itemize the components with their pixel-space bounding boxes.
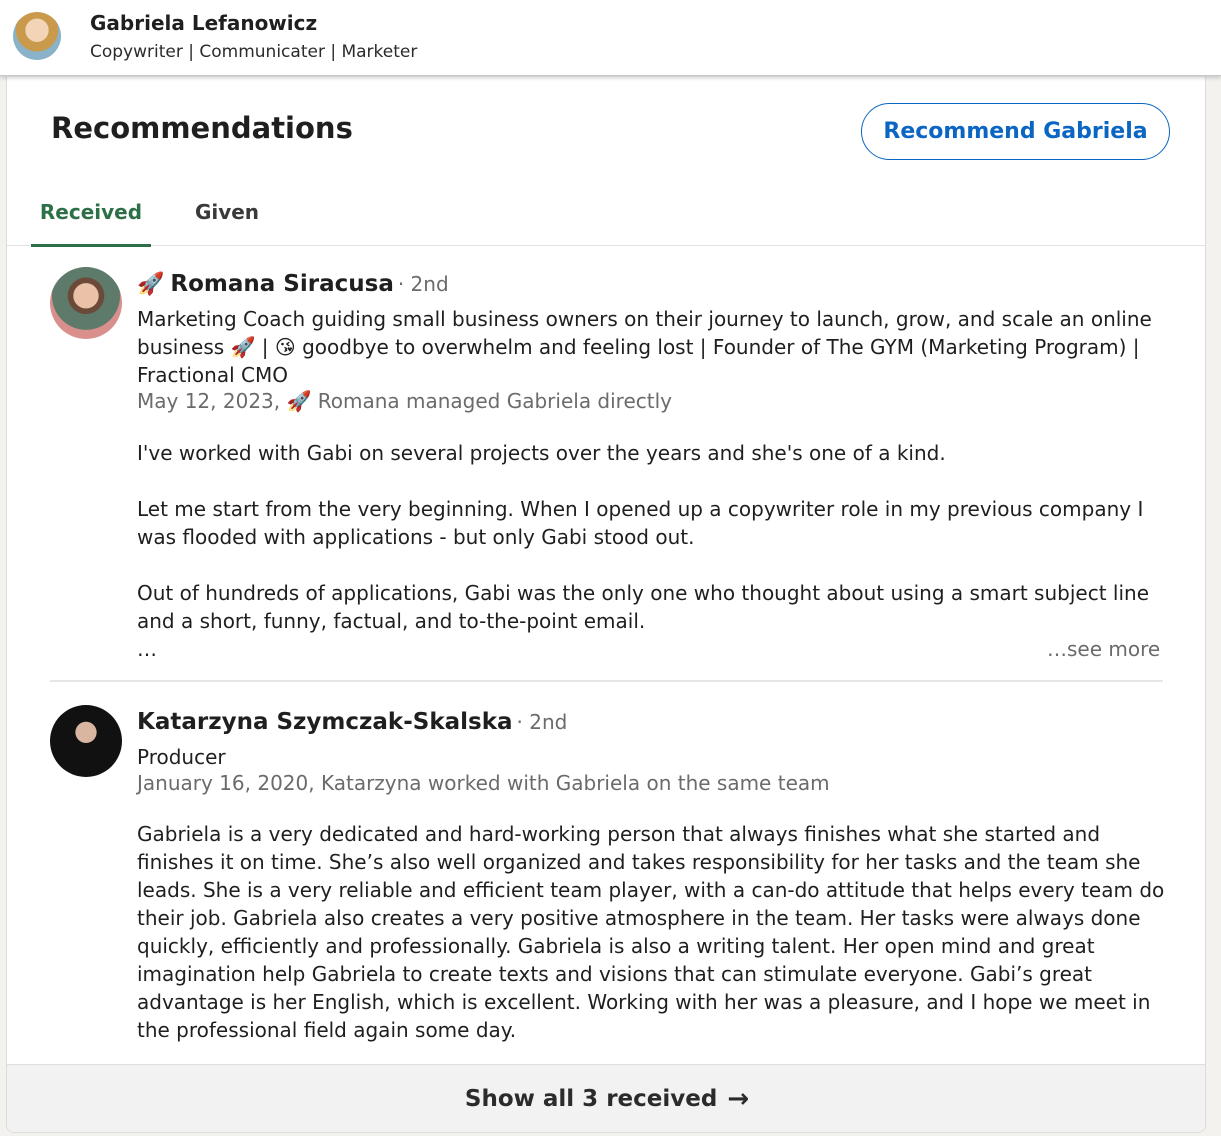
recommendation-paragraph: Out of hundreds of applications, Gabi wa… (137, 581, 1150, 661)
recommend-button[interactable]: Recommend Gabriela (861, 103, 1170, 160)
connection-degree: · 2nd (397, 272, 449, 296)
recommender-avatar[interactable] (50, 267, 122, 339)
tab-given[interactable]: Given (181, 177, 273, 246)
recommender-name[interactable]: Romana Siracusa (170, 271, 393, 297)
rocket-icon: 🚀 (137, 272, 165, 297)
recommender-title: Marketing Coach guiding small business o… (137, 307, 1152, 387)
recommender-avatar[interactable] (50, 705, 122, 777)
profile-sticky-header: Gabriela Lefanowicz Copywriter | Communi… (0, 0, 1221, 76)
show-all-label: Show all 3 received (464, 1085, 718, 1112)
recommender-header: Katarzyna Szymczak-Skalska · 2nd (137, 709, 567, 735)
profile-avatar[interactable] (13, 12, 61, 60)
recommender-name[interactable]: Katarzyna Szymczak-Skalska (137, 709, 513, 735)
recommendation-text: I've worked with Gabi on several project… (137, 439, 1167, 663)
divider (50, 680, 1163, 682)
arrow-right-icon: → (727, 1083, 750, 1114)
recommendations-card: Recommendations Recommend Gabriela Recei… (6, 77, 1206, 1133)
show-all-received-button[interactable]: Show all 3 received → (7, 1064, 1205, 1132)
recommendation-meta: January 16, 2020, Katarzyna worked with … (137, 771, 830, 795)
recommendation-text: Gabriela is a very dedicated and hard-wo… (137, 820, 1167, 1044)
recommendation-tabs: Received Given (7, 177, 1205, 247)
recommendation-paragraph: Let me start from the very beginning. Wh… (137, 497, 1144, 549)
recommendation-paragraph: I've worked with Gabi on several project… (137, 441, 946, 465)
tab-received[interactable]: Received (31, 177, 151, 247)
section-title: Recommendations (51, 111, 353, 145)
profile-name[interactable]: Gabriela Lefanowicz (90, 11, 317, 35)
recommendation-meta: May 12, 2023, 🚀 Romana managed Gabriela … (137, 389, 672, 413)
recommendation-paragraph: Gabriela is a very dedicated and hard-wo… (137, 822, 1165, 1042)
recommender-header: 🚀 Romana Siracusa · 2nd (137, 271, 449, 297)
profile-headline: Copywriter | Communicater | Marketer (90, 42, 418, 62)
recommender-title: Producer (137, 745, 226, 769)
see-more-link[interactable]: …see more (1047, 637, 1160, 661)
connection-degree: · 2nd (516, 710, 568, 734)
